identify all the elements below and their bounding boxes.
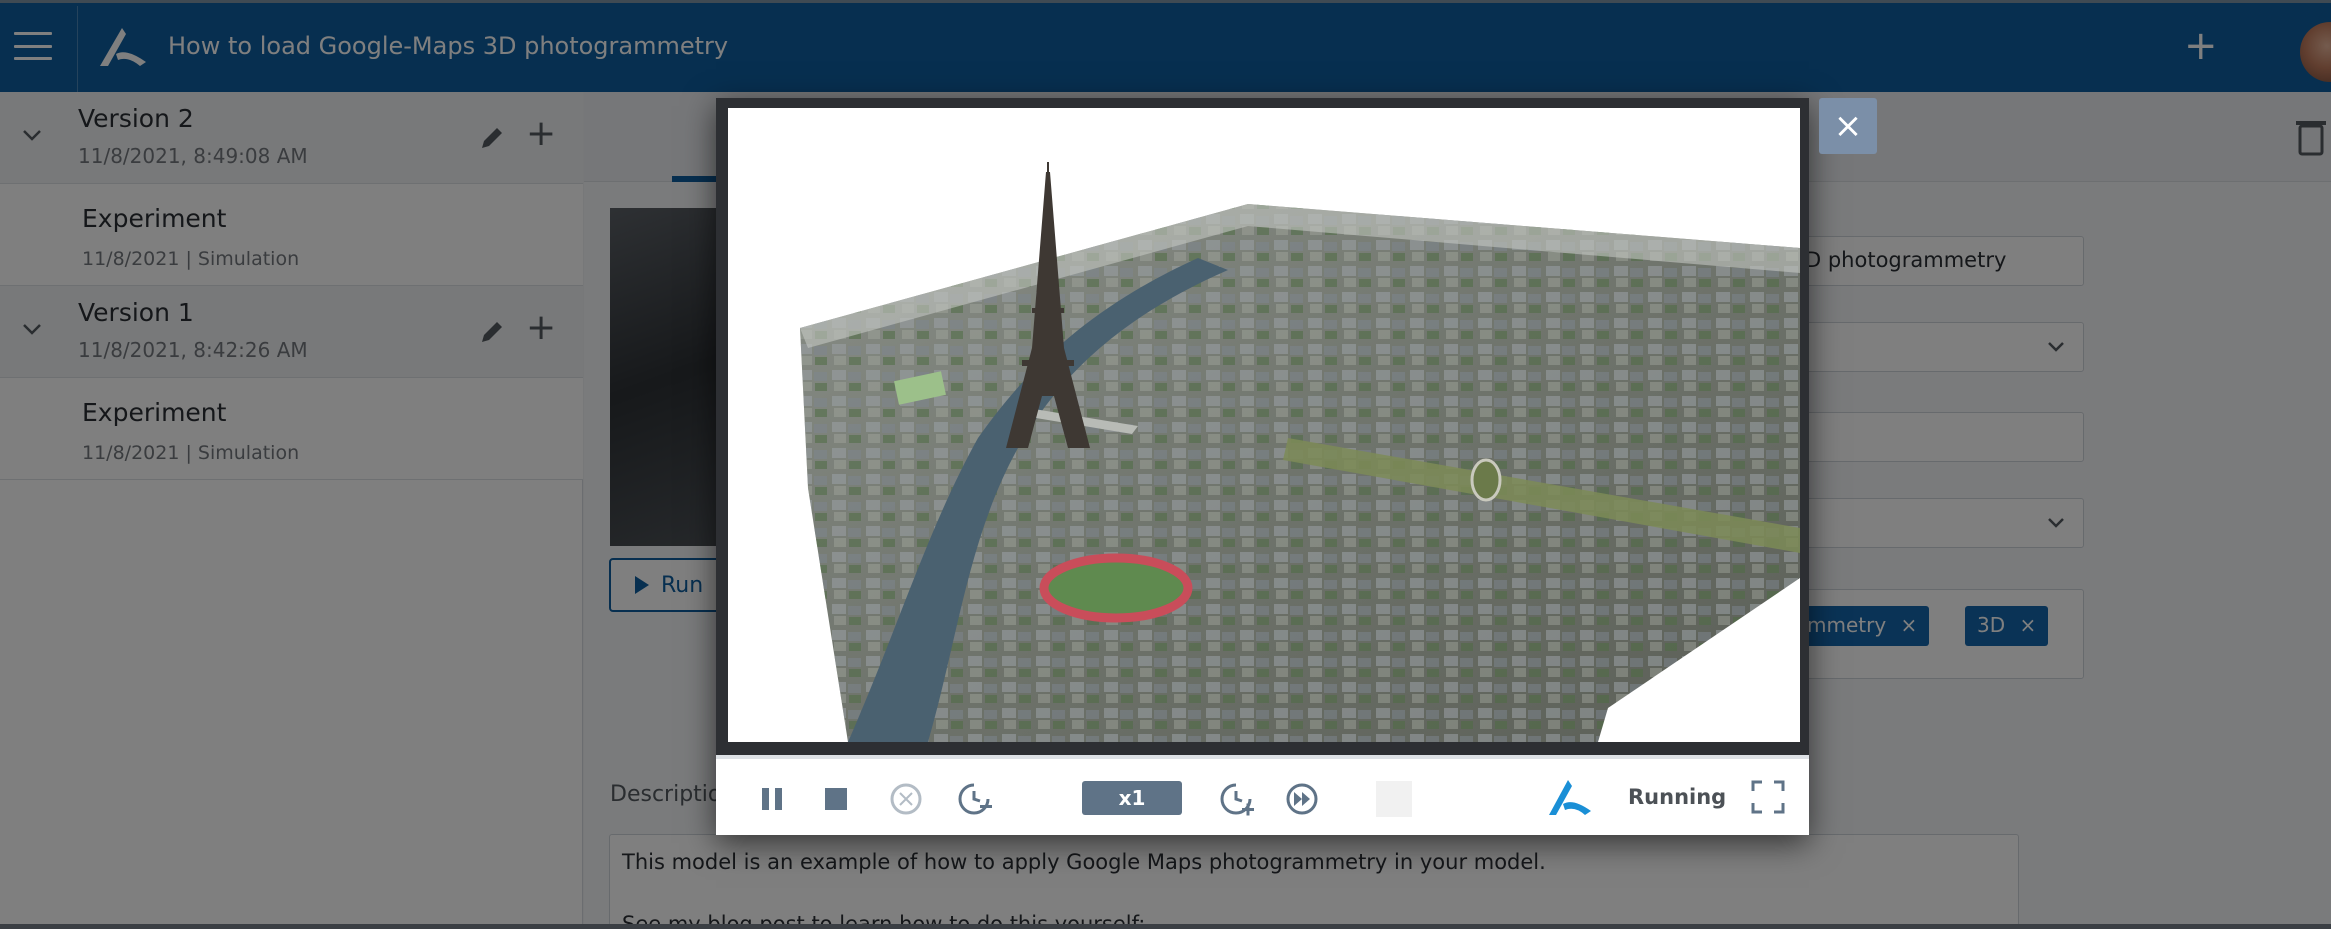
simulation-player-modal: x1 Running [716,98,1809,835]
slow-down-icon[interactable] [954,779,994,819]
paris-3d-scene [728,108,1800,742]
speed-indicator[interactable]: x1 [1082,781,1182,815]
run-status: Running [1628,785,1727,809]
speed-up-icon[interactable] [1216,779,1256,819]
simulation-viewport[interactable] [728,108,1800,742]
fast-forward-icon[interactable] [1282,779,1322,819]
fullscreen-icon[interactable] [1750,779,1786,815]
bottom-edge [0,924,2331,929]
fountain [1470,458,1502,502]
close-modal-button[interactable]: × [1819,98,1877,154]
stadium-track [1039,553,1193,623]
player-controls: x1 Running [716,755,1809,835]
pause-icon[interactable] [752,779,792,819]
anylogic-logo-icon [1549,780,1591,815]
stop-icon[interactable] [816,779,856,819]
reset-speed-icon[interactable] [886,779,926,819]
empty-control-slot [1376,781,1412,817]
